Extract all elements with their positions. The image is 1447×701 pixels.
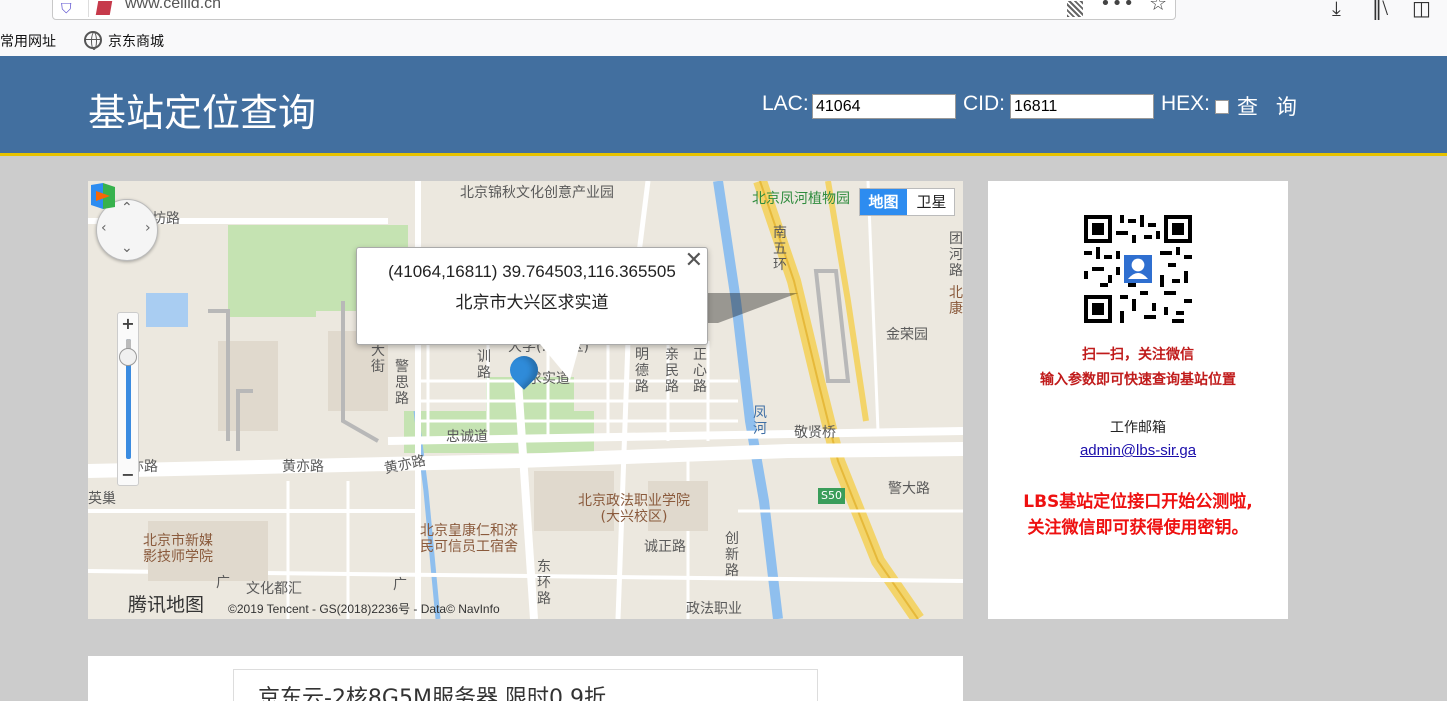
qr-icon[interactable] xyxy=(1067,1,1083,17)
map-label-fenghe: 北京凤河植物园 xyxy=(752,191,850,207)
map-label-fenghe-river: 凤河 xyxy=(753,405,767,437)
map-label-zhengfa: 北京政法职业学院(大兴校区) xyxy=(578,493,690,525)
info-window-tail xyxy=(540,344,580,380)
hex-checkbox[interactable] xyxy=(1215,100,1229,114)
map-label-dajie: 大街 xyxy=(371,343,385,375)
wechat-qr-code xyxy=(1084,215,1192,323)
side-panel: 扫一扫，关注微信 输入参数即可快速查询基站位置 工作邮箱 admin@lbs-s… xyxy=(988,181,1288,619)
sidebar-icon[interactable]: ◫ xyxy=(1412,0,1431,20)
map-label-beikang: 北康 xyxy=(949,285,963,317)
map-label-xinmei: 北京市新媒影技师学院 xyxy=(143,533,213,565)
close-icon[interactable]: ✕ xyxy=(685,248,703,273)
hex-label: HEX: xyxy=(1161,92,1211,115)
wechat-instruction: 扫一扫，关注微信 输入参数即可快速查询基站位置 xyxy=(988,343,1288,393)
zoom-out-button[interactable]: − xyxy=(118,465,138,484)
pan-down-icon[interactable]: ⌄ xyxy=(121,240,133,256)
map-label-jinqiu: 北京锦秋文化创意产业园 xyxy=(460,185,614,201)
tencent-map-logo-icon xyxy=(91,183,115,209)
map-label-huangkang: 北京皇康仁和济民可信员工宿舍 xyxy=(420,523,518,555)
map-label-dongyuan: 东环路 xyxy=(537,559,551,607)
download-icon[interactable]: ⤓ xyxy=(1332,0,1341,20)
map-label-wenhua: 文化都汇 xyxy=(246,581,302,597)
map-type-map-button[interactable]: 地图 xyxy=(860,189,907,215)
zoom-slider-thumb[interactable] xyxy=(119,348,137,366)
email-link[interactable]: admin@lbs-sir.ga xyxy=(988,442,1288,459)
map-label-zhengxin: 正心路 xyxy=(693,347,707,395)
map-label-yingchao: 英巢 xyxy=(88,491,116,507)
ad-text[interactable]: 京东云-2核8G5M服务器,限时0.9折 xyxy=(258,680,606,701)
map-label-chengzheng: 诚正路 xyxy=(644,539,686,555)
page-title: 基站定位查询 xyxy=(88,91,317,135)
pan-up-icon[interactable]: ⌃ xyxy=(121,200,133,216)
map-label-tuanhe: 团河路 xyxy=(949,231,963,279)
map-label-nanwuhuan: 南五环 xyxy=(773,225,787,273)
ad-panel: 京东云-2核8G5M服务器,限时0.9折 xyxy=(88,656,963,701)
cid-label: CID: xyxy=(963,92,1005,115)
map-label-guang2: 广 xyxy=(393,577,407,593)
star-icon[interactable]: ☆ xyxy=(1149,0,1167,15)
info-coordinates: (41064,16811) 39.764503,116.365505 xyxy=(388,262,676,281)
bookmark-jd[interactable]: 京东商城 xyxy=(108,31,164,51)
url-text[interactable]: www.cellid.cn xyxy=(125,0,221,13)
bookmark-common-sites[interactable]: 常用网址 xyxy=(0,31,56,51)
wechat-line-1: 扫一扫，关注微信 xyxy=(1082,347,1194,363)
pan-left-icon[interactable]: ‹ xyxy=(101,220,107,236)
lac-input[interactable] xyxy=(812,94,956,119)
url-separator xyxy=(88,0,89,17)
ad-banner[interactable]: 京东云-2核8G5M服务器,限时0.9折 xyxy=(233,669,818,701)
more-icon[interactable]: ••• xyxy=(1100,0,1135,14)
map-view[interactable]: 北京锦秋文化创意产业园 北京凤河植物园 坊路 南五环 团河路 北康 金荣园 大街… xyxy=(88,181,963,619)
lac-label: LAC: xyxy=(762,92,809,115)
promo-line-2: 关注微信即可获得使用密钥。 xyxy=(1027,518,1249,538)
map-label-s50: S50 xyxy=(818,488,845,504)
globe-icon xyxy=(84,31,102,50)
browser-toolbar: ⛉ www.cellid.cn ••• ☆ ⤓ ‖⧵ ◫ 常用网址 京东商城 xyxy=(0,0,1447,56)
pan-right-icon[interactable]: › xyxy=(145,220,151,236)
info-address: 北京市大兴区求实道 xyxy=(455,293,609,313)
map-label-chuangxin: 创新路 xyxy=(725,531,739,579)
url-bar[interactable]: ⛉ www.cellid.cn ••• ☆ xyxy=(52,0,1176,20)
cid-input[interactable] xyxy=(1010,94,1154,119)
zoom-in-button[interactable]: + xyxy=(118,314,138,333)
map-label-guang: 广 xyxy=(216,575,230,591)
library-icon[interactable]: ‖⧵ xyxy=(1372,0,1388,20)
map-copyright: ©2019 Tencent - GS(2018)2236号 - Data© Na… xyxy=(228,602,500,616)
wechat-line-2: 输入参数即可快速查询基站位置 xyxy=(1040,372,1236,388)
map-type-satellite-button[interactable]: 卫星 xyxy=(908,189,955,215)
site-icon xyxy=(95,1,113,15)
map-label-qinmin: 亲民路 xyxy=(665,347,679,395)
map-label-jingsi: 警思路 xyxy=(395,359,409,407)
map-label-xunlu: 训路 xyxy=(477,349,491,381)
map-type-switch: 地图 卫星 xyxy=(859,188,955,216)
map-label-huangyi1: 黄亦路 xyxy=(282,459,324,475)
site-header: 基站定位查询 LAC: CID: HEX: 查 询 xyxy=(0,56,1447,156)
map-label-jingxianqiao: 敬贤桥 xyxy=(794,425,836,441)
promo-line-1: LBS基站定位接口开始公测啦, xyxy=(1023,492,1253,512)
tencent-map-brand: 腾讯地图 xyxy=(128,594,205,616)
email-title: 工作邮箱 xyxy=(1110,420,1166,436)
map-label-zhengfa2: 政法职业 xyxy=(686,601,742,617)
zoom-control: + − xyxy=(117,312,139,486)
api-promo: LBS基站定位接口开始公测啦, 关注微信即可获得使用密钥。 xyxy=(988,489,1288,541)
map-label-jinrongyuan: 金荣园 xyxy=(886,327,928,343)
map-label-zhongcheng: 忠诚道 xyxy=(446,429,488,445)
shield-icon[interactable]: ⛉ xyxy=(61,1,72,17)
info-window: (41064,16811) 39.764503,116.365505 北京市大兴… xyxy=(356,247,708,345)
query-button[interactable]: 查 询 xyxy=(1237,91,1303,121)
map-label-jingda: 警大路 xyxy=(888,481,930,497)
map-label-mingde: 明德路 xyxy=(635,347,649,395)
